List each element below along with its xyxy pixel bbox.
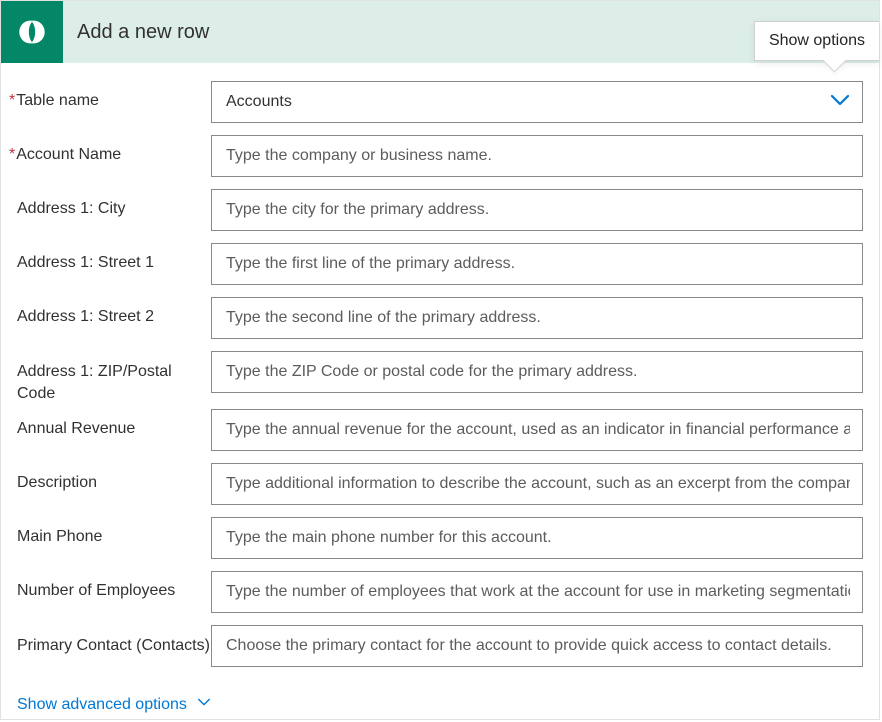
- row-main-phone: Main Phone: [17, 517, 863, 559]
- description-input[interactable]: [211, 463, 863, 505]
- form-body: Table name Accounts Account Name: [1, 63, 879, 714]
- addr1-street1-input[interactable]: [211, 243, 863, 285]
- row-description: Description: [17, 463, 863, 505]
- label-addr1-street1: Address 1: Street 1: [17, 243, 211, 273]
- label-primary-contact: Primary Contact (Contacts): [17, 625, 211, 657]
- row-account-name: Account Name: [17, 135, 863, 177]
- label-annual-revenue: Annual Revenue: [17, 409, 211, 439]
- annual-revenue-input[interactable]: [211, 409, 863, 451]
- row-primary-contact: Primary Contact (Contacts): [17, 625, 863, 667]
- chevron-down-icon: [830, 93, 850, 111]
- addr1-zip-input[interactable]: [211, 351, 863, 393]
- label-num-employees: Number of Employees: [17, 571, 211, 601]
- main-phone-input[interactable]: [211, 517, 863, 559]
- row-annual-revenue: Annual Revenue: [17, 409, 863, 451]
- card-title: Add a new row: [63, 21, 209, 44]
- label-account-name: Account Name: [9, 135, 211, 165]
- label-table-name: Table name: [9, 81, 211, 111]
- row-addr1-zip: Address 1: ZIP/Postal Code: [17, 351, 863, 405]
- row-addr1-street1: Address 1: Street 1: [17, 243, 863, 285]
- label-addr1-city: Address 1: City: [17, 189, 211, 219]
- show-options-tooltip[interactable]: Show options: [754, 21, 879, 61]
- card: Add a new row Show options Table name Ac…: [0, 0, 880, 720]
- row-table-name: Table name Accounts: [17, 81, 863, 123]
- show-advanced-options[interactable]: Show advanced options: [17, 695, 211, 714]
- row-addr1-street2: Address 1: Street 2: [17, 297, 863, 339]
- primary-contact-input[interactable]: [211, 625, 863, 667]
- dataverse-icon: [1, 1, 63, 63]
- row-addr1-city: Address 1: City: [17, 189, 863, 231]
- account-name-input[interactable]: [211, 135, 863, 177]
- card-header: Add a new row Show options: [1, 1, 879, 63]
- chevron-down-icon: [197, 695, 211, 714]
- num-employees-input[interactable]: [211, 571, 863, 613]
- row-num-employees: Number of Employees: [17, 571, 863, 613]
- label-description: Description: [17, 463, 211, 493]
- table-name-select[interactable]: Accounts: [211, 81, 863, 123]
- addr1-street2-input[interactable]: [211, 297, 863, 339]
- label-main-phone: Main Phone: [17, 517, 211, 547]
- advanced-label: Show advanced options: [17, 696, 187, 714]
- label-addr1-zip: Address 1: ZIP/Postal Code: [17, 351, 211, 405]
- label-addr1-street2: Address 1: Street 2: [17, 297, 211, 327]
- table-name-value: Accounts: [226, 93, 292, 111]
- addr1-city-input[interactable]: [211, 189, 863, 231]
